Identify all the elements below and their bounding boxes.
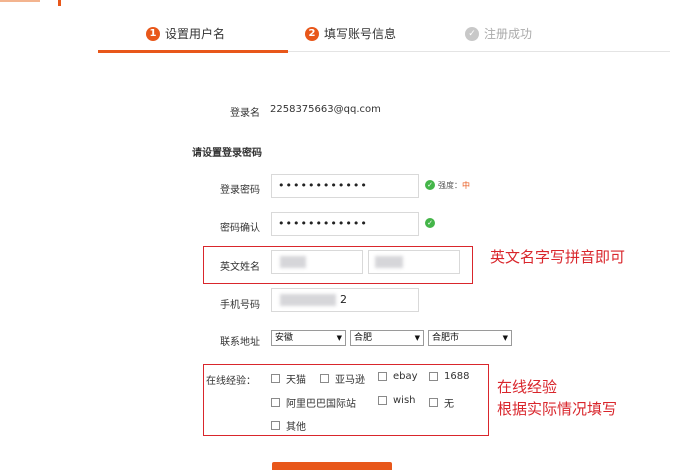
address-label: 联系地址 (220, 337, 260, 348)
blurred-phone-number (280, 294, 336, 306)
option-label: 无 (444, 399, 454, 410)
checkbox[interactable] (271, 398, 280, 407)
password-section-title: 请设置登录密码 (192, 148, 262, 159)
step-1-label: 设置用户名 (165, 27, 226, 41)
experience-annotation-line-1: 在线经验 (497, 378, 558, 396)
check-circle-icon: ✓ (425, 218, 435, 228)
experience-option-ebay[interactable]: ebay (378, 371, 418, 382)
logo-fragment (58, 0, 61, 6)
checkbox[interactable] (271, 374, 280, 383)
experience-option-wish[interactable]: wish (378, 395, 416, 406)
login-name-label: 登录名 (230, 108, 260, 119)
experience-annotation: 在线经验 根据实际情况填写 (497, 376, 617, 420)
header-line (0, 0, 40, 2)
step-1: 1 设置用户名 (146, 25, 225, 42)
experience-option-tmall[interactable]: 天猫 (271, 371, 306, 386)
step-2-number: 2 (305, 26, 319, 41)
experience-annotation-line-2: 根据实际情况填写 (497, 400, 618, 418)
chevron-down-icon: ▼ (336, 334, 342, 342)
registration-steps: 1 设置用户名 2 填写账号信息 ✓ 注册成功 (98, 0, 670, 53)
step-2: 2 填写账号信息 (305, 25, 396, 42)
option-label: 其他 (286, 422, 306, 433)
strength-level: 中 (462, 181, 470, 190)
password-strength: 强度：中 (438, 180, 470, 191)
experience-option-alibaba-international[interactable]: 阿里巴巴国际站 (271, 395, 356, 410)
checkbox[interactable] (378, 372, 387, 381)
blurred-text (280, 256, 306, 268)
checkbox[interactable] (429, 372, 438, 381)
english-name-annotation: 英文名字写拼音即可 (490, 248, 626, 266)
step-2-label: 填写账号信息 (324, 27, 397, 41)
experience-option-amazon[interactable]: 亚马逊 (320, 371, 365, 386)
experience-option-none[interactable]: 无 (429, 395, 454, 410)
city-value: 合肥 (354, 333, 373, 343)
step-progress-bar (98, 50, 288, 53)
phone-field[interactable]: 2 (271, 288, 419, 312)
phone-visible-digit: 2 (340, 293, 348, 306)
option-label: wish (393, 395, 416, 406)
password-field[interactable]: •••••••••••• (271, 174, 419, 198)
step-1-number: 1 (146, 26, 160, 41)
submit-button[interactable] (272, 462, 392, 470)
password-label: 登录密码 (220, 185, 260, 196)
province-select[interactable]: 安徽 ▼ (271, 330, 346, 346)
city-select[interactable]: 合肥 ▼ (350, 330, 424, 346)
phone-label: 手机号码 (220, 300, 260, 311)
confirm-password-label: 密码确认 (220, 223, 260, 234)
province-value: 安徽 (275, 333, 294, 343)
experience-option-1688[interactable]: 1688 (429, 371, 469, 382)
strength-prefix: 强度： (438, 181, 462, 190)
chevron-down-icon: ▼ (502, 334, 508, 342)
experience-label: 在线经验： (206, 376, 256, 387)
checkbox[interactable] (429, 398, 438, 407)
experience-option-other[interactable]: 其他 (271, 418, 306, 433)
check-circle-icon: ✓ (465, 26, 479, 41)
district-select[interactable]: 合肥市 ▼ (428, 330, 512, 346)
option-label: 1688 (444, 371, 470, 382)
blurred-text (375, 256, 403, 268)
chevron-down-icon: ▼ (414, 334, 420, 342)
english-name-label: 英文姓名 (220, 262, 260, 273)
step-3-label: 注册成功 (484, 27, 533, 41)
option-label: 亚马逊 (335, 375, 365, 386)
option-label: 天猫 (286, 375, 306, 386)
district-value: 合肥市 (432, 333, 460, 343)
checkbox[interactable] (320, 374, 329, 383)
english-surname-field[interactable] (271, 250, 363, 274)
english-given-name-field[interactable] (368, 250, 460, 274)
option-label: ebay (393, 371, 418, 382)
step-3: ✓ 注册成功 (465, 25, 532, 42)
checkbox[interactable] (378, 396, 387, 405)
checkbox[interactable] (271, 421, 280, 430)
confirm-password-field[interactable]: •••••••••••• (271, 212, 419, 236)
login-name-value: 2258375663@qq.com (270, 104, 381, 115)
option-label: 阿里巴巴国际站 (286, 399, 356, 410)
check-circle-icon: ✓ (425, 180, 435, 190)
